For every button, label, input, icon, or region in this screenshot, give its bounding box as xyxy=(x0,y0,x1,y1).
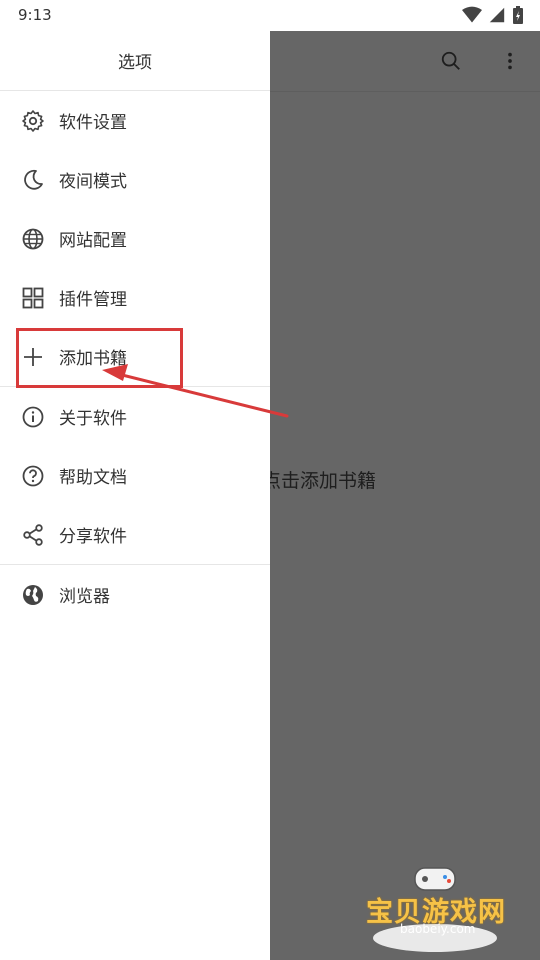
battery-icon xyxy=(513,6,523,24)
menu-group-browser: 浏览器 xyxy=(0,565,270,624)
search-icon[interactable] xyxy=(436,46,466,76)
signal-icon xyxy=(489,7,505,23)
menu-item-label: 浏览器 xyxy=(59,587,110,607)
menu-item-label: 帮助文档 xyxy=(59,468,127,488)
help-icon xyxy=(20,463,46,489)
status-time: 9:13 xyxy=(18,6,52,24)
menu-group-about: 关于软件 帮助文档 分享软件 xyxy=(0,387,270,565)
earth-icon xyxy=(20,582,46,608)
menu-item-label: 插件管理 xyxy=(59,290,127,310)
menu-item-label: 关于软件 xyxy=(59,409,127,429)
menu-item-night-mode[interactable]: 夜间模式 xyxy=(0,150,270,209)
empty-shelf-hint[interactable]: 点击添加书籍 xyxy=(262,466,376,493)
annotation-highlight-box xyxy=(16,328,183,388)
more-vert-icon[interactable] xyxy=(495,46,525,76)
moon-icon xyxy=(20,167,46,193)
drawer-header: 选项 xyxy=(0,31,270,91)
menu-item-label: 分享软件 xyxy=(59,527,127,547)
menu-item-site-config[interactable]: 网站配置 xyxy=(0,209,270,268)
gear-icon xyxy=(20,108,46,134)
share-icon xyxy=(20,522,46,548)
menu-item-settings[interactable]: 软件设置 xyxy=(0,91,270,150)
info-icon xyxy=(20,404,46,430)
status-icons xyxy=(462,5,524,25)
status-bar: 9:13 xyxy=(0,0,540,31)
menu-item-label: 夜间模式 xyxy=(59,172,127,192)
menu-item-share[interactable]: 分享软件 xyxy=(0,505,270,564)
menu-item-about[interactable]: 关于软件 xyxy=(0,387,270,446)
drawer-title: 选项 xyxy=(118,53,152,73)
menu-item-plugin-manager[interactable]: 插件管理 xyxy=(0,268,270,327)
grid-icon xyxy=(20,285,46,311)
menu-item-label: 软件设置 xyxy=(59,113,127,133)
menu-item-browser[interactable]: 浏览器 xyxy=(0,565,270,624)
menu-item-label: 网站配置 xyxy=(59,231,127,251)
wifi-icon xyxy=(462,6,482,23)
watermark-url: baobeiy.com xyxy=(400,922,476,936)
globe-icon xyxy=(20,226,46,252)
navigation-drawer: 选项 软件设置 夜间模式 网站配置 插件管理 添加书籍 关于软件 帮助文档 分享… xyxy=(0,31,270,960)
watermark-logo: 宝贝游戏网 baobeiy.com xyxy=(360,866,510,956)
menu-item-help[interactable]: 帮助文档 xyxy=(0,446,270,505)
